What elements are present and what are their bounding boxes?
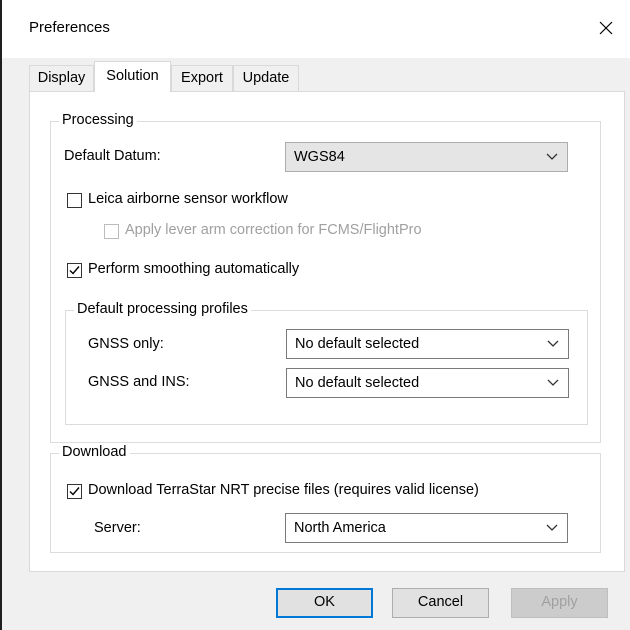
smoothing-label: Perform smoothing automatically — [88, 261, 300, 277]
tab-solution[interactable]: Solution — [94, 61, 171, 92]
gnss-only-label: GNSS only: — [88, 336, 164, 352]
default-datum-select[interactable]: WGS84 — [285, 142, 568, 172]
terrastar-checkbox[interactable] — [67, 484, 82, 499]
chevron-down-icon — [547, 379, 559, 386]
chevron-down-icon — [546, 524, 558, 531]
chevron-down-icon — [547, 340, 559, 347]
tab-export-label: Export — [181, 70, 223, 86]
lever-arm-checkbox[interactable] — [104, 224, 119, 239]
smoothing-checkbox[interactable] — [67, 263, 82, 278]
profiles-group: Default processing profiles GNSS only: N… — [65, 301, 588, 425]
gnss-ins-label: GNSS and INS: — [88, 374, 190, 390]
ok-button[interactable]: OK — [276, 588, 373, 618]
apply-button[interactable]: Apply — [511, 588, 608, 618]
server-select[interactable]: North America — [285, 513, 568, 543]
close-button[interactable] — [588, 10, 624, 46]
close-icon — [599, 21, 613, 35]
cancel-button[interactable]: Cancel — [392, 588, 489, 618]
tab-solution-label: Solution — [106, 68, 159, 84]
gnss-only-value: No default selected — [295, 336, 420, 352]
default-datum-value: WGS84 — [294, 149, 345, 165]
dialog-title: Preferences — [29, 19, 110, 36]
preferences-dialog: Preferences Display Solution Export Upda… — [0, 0, 630, 630]
gnss-only-select[interactable]: No default selected — [286, 329, 569, 359]
tab-update[interactable]: Update — [233, 65, 299, 91]
lever-arm-label: Apply lever arm correction for FCMS/Flig… — [125, 222, 422, 238]
leica-workflow-label: Leica airborne sensor workflow — [88, 191, 288, 207]
profiles-legend: Default processing profiles — [74, 301, 251, 317]
gnss-ins-select[interactable]: No default selected — [286, 368, 569, 398]
chevron-down-icon — [546, 153, 558, 160]
terrastar-label: Download TerraStar NRT precise files (re… — [88, 482, 479, 498]
processing-legend: Processing — [59, 112, 137, 128]
title-bar: Preferences — [2, 0, 630, 58]
server-label: Server: — [94, 520, 141, 536]
checkmark-icon — [69, 487, 80, 496]
processing-group: Processing Default Datum: WGS84 Leica ai… — [50, 112, 601, 443]
solution-tab-panel: Processing Default Datum: WGS84 Leica ai… — [29, 91, 625, 572]
tab-export[interactable]: Export — [171, 65, 233, 91]
tab-display[interactable]: Display — [29, 65, 94, 91]
checkmark-icon — [69, 266, 80, 275]
download-group: Download Download TerraStar NRT precise … — [50, 444, 601, 553]
gnss-ins-value: No default selected — [295, 375, 420, 391]
tab-update-label: Update — [242, 70, 290, 86]
leica-workflow-checkbox[interactable] — [67, 193, 82, 208]
tab-display-label: Display — [37, 70, 86, 86]
download-legend: Download — [59, 444, 130, 460]
default-datum-label: Default Datum: — [64, 148, 161, 164]
server-value: North America — [294, 520, 386, 536]
